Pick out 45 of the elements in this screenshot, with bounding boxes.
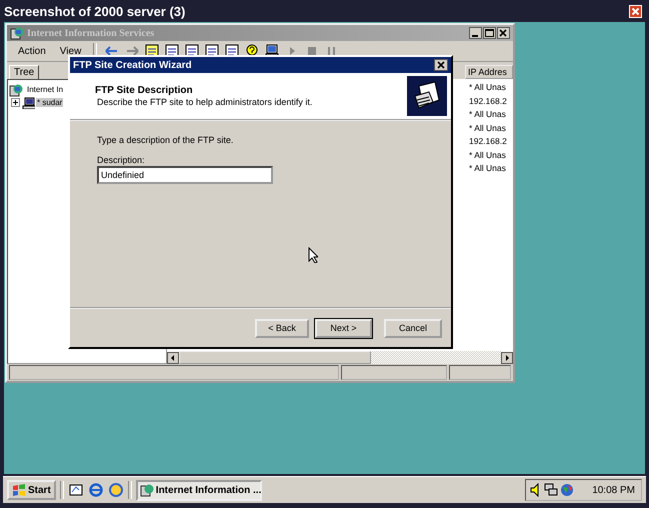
wizard-button[interactable]: < Back — [255, 318, 309, 338]
ip-address-cell-text: 192.168.2 — [468, 135, 508, 148]
tree-item[interactable]: * sudar — [36, 98, 64, 107]
windows-logo-icon — [12, 484, 26, 496]
tree-tab[interactable]: Tree — [9, 65, 40, 79]
ip-address-cell-text: * All Unas — [468, 81, 507, 94]
scroll-right-icon[interactable] — [501, 352, 513, 364]
globe-icon — [10, 26, 24, 40]
field-label: Description: — [97, 155, 146, 165]
taskbar-button[interactable]: Internet Information ... — [136, 480, 262, 500]
globe-icon — [140, 483, 154, 497]
menu-item[interactable]: View — [54, 46, 86, 56]
ip-address-cell-text: 192.168.2 — [468, 94, 508, 108]
ip-address-cell-text: * All Unas — [468, 122, 507, 134]
status-panel — [449, 365, 511, 380]
network-icon[interactable] — [544, 483, 558, 497]
start-button[interactable]: Start — [7, 480, 56, 500]
clock: 10:08 PM — [592, 484, 635, 496]
desktop-icon[interactable] — [68, 482, 84, 498]
scroll-left-icon[interactable] — [167, 352, 179, 364]
tree-item[interactable]: Internet In — [26, 85, 64, 94]
column-header[interactable]: IP Addres — [465, 65, 513, 79]
ip-address-cell-text: * All Unas — [468, 162, 507, 175]
dialog-title: FTP Site Creation Wizard — [73, 60, 192, 70]
ip-address-cell-text: * All Unas — [468, 148, 507, 162]
scroll-thumb[interactable] — [179, 351, 371, 364]
description-field[interactable]: Undefinied — [97, 166, 273, 184]
browser-icon[interactable] — [88, 482, 104, 498]
expand-icon[interactable] — [11, 98, 20, 107]
globe-icon[interactable] — [560, 483, 574, 497]
wizard-button[interactable]: Next > — [315, 318, 372, 338]
globe-icon — [9, 82, 25, 96]
ip-address-cell-text: * All Unas — [468, 108, 507, 121]
folder-documents-icon — [407, 76, 447, 116]
computer-icon — [21, 96, 35, 108]
mouse-cursor-icon — [308, 247, 318, 263]
menu-item[interactable]: Action — [13, 46, 51, 56]
page-heading: FTP Site Description — [95, 85, 194, 96]
page-subheading: Describe the FTP site to help administrators identify it. — [96, 97, 312, 107]
close-icon[interactable] — [434, 59, 448, 71]
wizard-button[interactable]: Cancel — [384, 318, 442, 338]
horizontal-scrollbar[interactable] — [167, 351, 513, 364]
instruction-text: Type a description of the FTP site. — [97, 135, 234, 145]
window-title: Screenshot of 2000 server (3) — [4, 4, 186, 18]
window-title: Internet Information Services — [27, 28, 154, 38]
